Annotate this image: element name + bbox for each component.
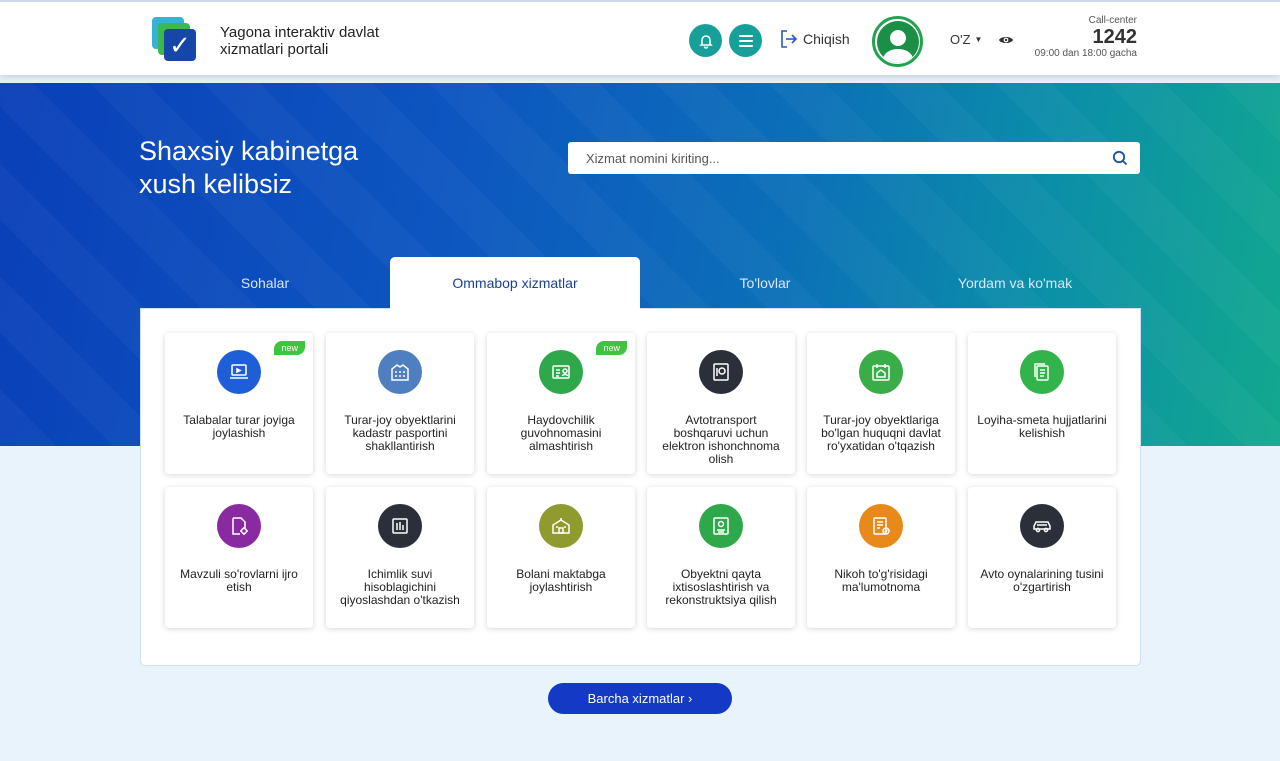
hamburger-icon <box>738 34 753 47</box>
document-gear-icon <box>217 504 261 548</box>
call-center-hours: 09:00 dan 18:00 gacha <box>1034 48 1137 59</box>
menu-button[interactable] <box>729 24 762 57</box>
tab-ommabop-xizmatlar[interactable]: Ommabop xizmatlar <box>390 257 640 309</box>
logout-label: Chiqish <box>803 31 850 47</box>
service-label: Obyektni qayta ixtisoslashtirish va reko… <box>665 567 777 607</box>
service-tabs: Sohalar Ommabop xizmatlar To'lovlar Yord… <box>140 257 1140 309</box>
site-header: ✓ Yagona interaktiv davlat xizmatlari po… <box>0 0 1280 75</box>
service-label: Haydovchilik guvohnomasini almashtirish <box>520 413 602 453</box>
portal-logo[interactable]: ✓ <box>152 17 200 65</box>
notifications-button[interactable] <box>689 24 722 57</box>
water-meter-icon <box>378 504 422 548</box>
services-panel: new Talabalar turar joyiga joylashish Tu… <box>140 308 1141 666</box>
certificate-icon <box>699 504 743 548</box>
portal-title[interactable]: Yagona interaktiv davlat xizmatlari port… <box>220 24 420 58</box>
service-label: Turar-joy obyektlarini kadastr pasportin… <box>344 413 456 453</box>
service-label: Bolani maktabga joylashtirish <box>516 567 606 594</box>
caret-down-icon: ▼ <box>974 35 983 44</box>
user-avatar[interactable] <box>872 16 923 67</box>
service-label: Loyiha-smeta hujjatlarini kelishish <box>977 413 1107 440</box>
license-icon <box>539 350 583 394</box>
search-bar <box>568 142 1140 174</box>
welcome-text: Shaxsiy kabinetga xush kelibsiz <box>139 136 359 199</box>
service-card[interactable]: Bolani maktabga joylashtirish <box>487 487 635 628</box>
new-badge: new <box>274 341 305 355</box>
service-card[interactable]: Turar-joy obyektlarini kadastr pasportin… <box>326 333 474 474</box>
document-seal-icon <box>699 350 743 394</box>
building-icon <box>378 350 422 394</box>
laptop-icon <box>217 350 261 394</box>
all-services-button[interactable]: Barcha xizmatlar › <box>548 683 732 714</box>
tab-tolovlar[interactable]: To'lovlar <box>640 257 890 309</box>
language-selector[interactable]: O'Z ▼ <box>950 32 982 47</box>
car-icon <box>1020 504 1064 548</box>
checkmark-icon: ✓ <box>164 29 196 61</box>
service-card[interactable]: Mavzuli so'rovlarni ijro etish <box>165 487 313 628</box>
service-card[interactable]: new Talabalar turar joyiga joylashish <box>165 333 313 474</box>
service-label: Ichimlik suvi hisoblagichini qiyoslashda… <box>340 567 460 607</box>
service-card[interactable]: Obyektni qayta ixtisoslashtirish va reko… <box>647 487 795 628</box>
service-card[interactable]: Loyiha-smeta hujjatlarini kelishish <box>968 333 1116 474</box>
welcome-heading: Shaxsiy kabinetga xush kelibsiz <box>139 135 399 201</box>
service-label: Mavzuli so'rovlarni ijro etish <box>180 567 298 594</box>
service-label: Turar-joy obyektlariga bo'lgan huquqni d… <box>821 413 941 453</box>
service-card[interactable]: Avtotransport boshqaruvi uchun elektron … <box>647 333 795 474</box>
certificate-check-icon <box>859 504 903 548</box>
house-calendar-icon <box>859 350 903 394</box>
call-center-label: Call-center <box>1088 15 1137 26</box>
school-icon <box>539 504 583 548</box>
search-icon[interactable] <box>1112 150 1128 166</box>
service-label: Avto oynalarining tusini o'zgartirish <box>980 567 1104 594</box>
service-card[interactable]: Nikoh to'g'risidagi ma'lumotnoma <box>807 487 955 628</box>
service-card[interactable]: Avto oynalarining tusini o'zgartirish <box>968 487 1116 628</box>
bell-icon <box>698 34 713 49</box>
search-input[interactable] <box>586 150 1112 166</box>
call-center-number[interactable]: 1242 <box>1010 26 1138 48</box>
documents-icon <box>1020 350 1064 394</box>
service-card[interactable]: Turar-joy obyektlariga bo'lgan huquqni d… <box>807 333 955 474</box>
logout-icon <box>781 30 797 48</box>
service-card[interactable]: Ichimlik suvi hisoblagichini qiyoslashda… <box>326 487 474 628</box>
call-center: Call-center 1242 09:00 dan 18:00 gacha <box>1010 15 1137 59</box>
logout-button[interactable]: Chiqish <box>781 30 850 48</box>
service-label: Talabalar turar joyiga joylashish <box>183 413 295 440</box>
new-badge: new <box>596 341 627 355</box>
user-silhouette-icon <box>876 20 919 63</box>
tab-sohalar[interactable]: Sohalar <box>140 257 390 309</box>
service-label: Avtotransport boshqaruvi uchun elektron … <box>662 413 780 466</box>
service-card[interactable]: new Haydovchilik guvohnomasini almashtir… <box>487 333 635 474</box>
language-label: O'Z <box>950 32 971 47</box>
tab-yordam[interactable]: Yordam va ko'mak <box>890 257 1140 309</box>
service-label: Nikoh to'g'risidagi ma'lumotnoma <box>834 567 928 594</box>
